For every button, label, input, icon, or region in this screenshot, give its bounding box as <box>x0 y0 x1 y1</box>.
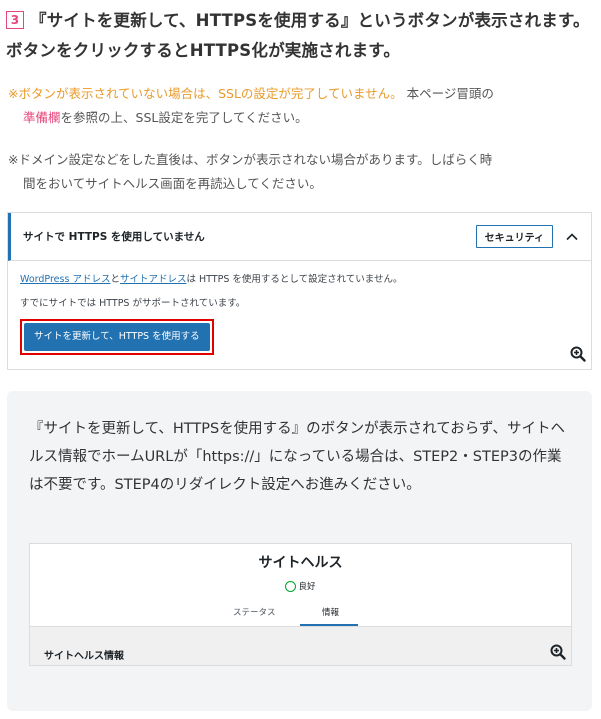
page: 3 『サイトを更新して、HTTPSを使用する』というボタンが表示されます。ボタンを… <box>0 0 601 719</box>
site-health-info-heading: サイトヘルス情報 <box>44 651 124 662</box>
status-circle-icon <box>285 581 297 592</box>
site-health-status-label: 良好 <box>298 582 316 592</box>
step-number-badge: 3 <box>6 11 24 29</box>
zoom-in-icon[interactable] <box>549 643 567 661</box>
https-issue-header[interactable]: サイトで HTTPS を使用していません セキュリティ <box>8 213 591 261</box>
site-health-title: サイトヘルス <box>258 555 343 571</box>
domain-note-line2: 間をおいてサイトヘルス画面を再読込してください。 <box>23 176 322 191</box>
https-issue-body: WordPress アドレスとサイトアドレスは HTTPS を使用するとして設定… <box>8 261 591 355</box>
https-issue-title: サイトで HTTPS を使用していません <box>23 231 205 243</box>
security-badge: セキュリティ <box>475 225 553 248</box>
https-screenshot: サイトで HTTPS を使用していません セキュリティ WordPress アド… <box>7 212 592 370</box>
tab-status[interactable]: ステータス <box>233 606 276 618</box>
tab-info[interactable]: 情報 <box>322 606 339 618</box>
site-health-status: 良好 <box>30 580 571 592</box>
ssl-warning-text: ※ボタンが表示されていない場合は、SSLの設定が完了していません。 <box>8 86 403 101</box>
info-box: 『サイトを更新して、HTTPSを使用する』のボタンが表示されておらず、サイトヘル… <box>7 391 592 711</box>
https-issue-line1-rest: は HTTPS を使用するとして設定されていません。 <box>186 274 403 285</box>
wordpress-address-link[interactable]: WordPress アドレス <box>20 274 110 285</box>
ssl-note-text-after: を参照の上、SSL設定を完了してください。 <box>60 110 308 125</box>
ssl-note: ※ボタンが表示されていない場合は、SSLの設定が完了していません。 本ページ冒頭… <box>8 82 593 130</box>
domain-note-line1: ※ドメイン設定などをした直後は、ボタンが表示されない場合があります。しばらく時 <box>8 152 493 167</box>
site-health-screenshot: サイトヘルス 良好 ステータス 情報 サイトヘルス情報 <box>29 543 572 666</box>
https-issue-line1: WordPress アドレスとサイトアドレスは HTTPS を使用するとして設定… <box>20 273 579 287</box>
preparation-link[interactable]: 準備欄 <box>23 110 61 125</box>
domain-note: ※ドメイン設定などをした直後は、ボタンが表示されない場合があります。しばらく時 … <box>8 148 593 196</box>
highlight-frame: サイトを更新して、HTTPS を使用する <box>20 319 214 355</box>
chevron-up-icon[interactable] <box>565 230 579 244</box>
step-heading: 3 『サイトを更新して、HTTPSを使用する』というボタンが表示されます。ボタンを… <box>6 6 591 66</box>
https-issue-line2: すでにサイトでは HTTPS がサポートされています。 <box>20 298 246 309</box>
site-address-link[interactable]: サイトアドレス <box>120 274 187 285</box>
ssl-note-text-before: 本ページ冒頭の <box>406 86 494 101</box>
step-heading-text: 『サイトを更新して、HTTPSを使用する』というボタンが表示されます。ボタンをク… <box>6 11 590 60</box>
and-text: と <box>110 274 120 285</box>
info-box-text: 『サイトを更新して、HTTPSを使用する』のボタンが表示されておらず、サイトヘル… <box>29 421 565 493</box>
update-site-https-button[interactable]: サイトを更新して、HTTPS を使用する <box>24 323 210 351</box>
site-health-info-section: サイトヘルス情報 <box>30 626 571 665</box>
zoom-in-icon[interactable] <box>569 345 587 363</box>
